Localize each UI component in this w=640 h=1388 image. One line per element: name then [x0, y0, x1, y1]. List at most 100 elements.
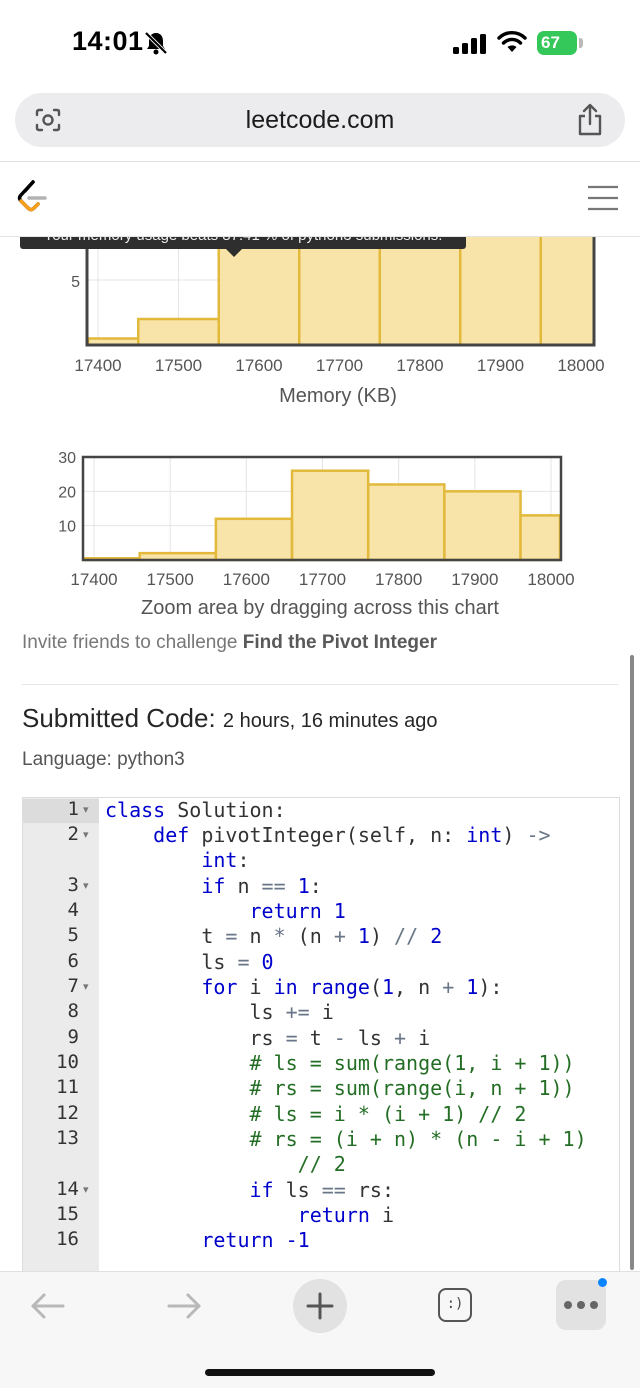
- line-number: 1: [67, 798, 79, 820]
- line-number: 6: [67, 950, 79, 972]
- line-number: 5: [67, 924, 79, 946]
- zoom-histogram-bar[interactable]: [290, 469, 370, 562]
- code-line-5: t = n * (n + 1) // 2: [105, 924, 443, 948]
- chart-x-label: Memory (KB): [279, 385, 397, 407]
- x-tick-label: 17800: [375, 570, 422, 589]
- histogram-bar[interactable]: [539, 237, 596, 347]
- memory-tooltip: Your memory usage beats 87.41 % of pytho…: [20, 237, 466, 249]
- site-header: [0, 162, 640, 237]
- submitted-label: Submitted Code:: [22, 703, 223, 733]
- x-tick-label: 17900: [477, 356, 524, 375]
- menu-icon[interactable]: [587, 185, 619, 211]
- language-label: Language: python3: [22, 749, 185, 770]
- address-bar[interactable]: leetcode.com: [15, 93, 625, 147]
- fold-arrow-icon[interactable]: ▾: [83, 1183, 89, 1196]
- wifi-icon: [497, 31, 527, 52]
- line-number: 15: [56, 1203, 79, 1225]
- x-tick-label: 17600: [235, 356, 282, 375]
- code-line-2-wrap: int:: [105, 848, 250, 872]
- cellular-signal-icon: [453, 34, 486, 54]
- fold-arrow-icon[interactable]: ▾: [83, 828, 89, 841]
- zoom-histogram-bar[interactable]: [366, 483, 446, 562]
- submitted-code-heading: Submitted Code: 2 hours, 16 minutes ago: [22, 703, 437, 734]
- fold-arrow-icon[interactable]: ▾: [83, 879, 89, 892]
- code-line-16: return -1: [105, 1228, 310, 1252]
- y-tick-label: 20: [58, 484, 76, 501]
- code-editor[interactable]: 1 ▾ 2 ▾ 3 ▾ 4 5 6 7 ▾ 8 9 10 11 12 13 14 ▾ 15 16 class Solut…: [22, 797, 620, 1271]
- code-line-6: ls = 0: [105, 950, 274, 974]
- x-tick-label: 17500: [155, 356, 202, 375]
- zoom-histogram-bar[interactable]: [214, 517, 294, 562]
- code-line-13: # rs = (i + n) * (n - i + 1): [105, 1127, 587, 1151]
- zoom-histogram-bar[interactable]: [443, 490, 522, 562]
- zoom-histogram-bar[interactable]: [519, 514, 562, 562]
- code-line-13-wrap: // 2: [105, 1152, 346, 1176]
- chart-x-ticks: 17400 17500 17600 17700 17800 17900 18000: [74, 356, 604, 375]
- line-number: 16: [56, 1228, 79, 1250]
- line-number: 4: [67, 899, 79, 921]
- forward-arrow-icon[interactable]: [166, 1292, 202, 1320]
- page-scrollbar[interactable]: [630, 655, 634, 1270]
- x-tick-label: 17800: [396, 356, 443, 375]
- x-tick-label: 18000: [527, 570, 574, 589]
- code-line-4: return 1: [105, 899, 346, 923]
- battery-cap: [579, 38, 583, 48]
- more-dots-icon: [564, 1301, 598, 1309]
- code-line-1: class Solution:: [105, 798, 286, 822]
- histogram-bar[interactable]: [378, 237, 462, 347]
- line-number: 13: [56, 1127, 79, 1149]
- x-tick-label: 17400: [74, 356, 121, 375]
- zoom-chart-bars: [82, 469, 562, 562]
- plus-icon: [306, 1292, 334, 1320]
- x-tick-label: 17600: [223, 570, 270, 589]
- histogram-bar[interactable]: [459, 237, 542, 347]
- battery-indicator: 67: [537, 31, 577, 55]
- code-line-2: def pivotInteger(self, n: int) ->: [105, 823, 551, 847]
- line-number: 9: [67, 1026, 79, 1048]
- x-tick-label: 17700: [299, 570, 346, 589]
- leetcode-logo-icon[interactable]: [16, 179, 48, 217]
- fold-arrow-icon[interactable]: ▾: [83, 803, 89, 816]
- code-line-8: ls += i: [105, 1000, 334, 1024]
- line-number: 7: [67, 975, 79, 997]
- code-line-14: if ls == rs:: [105, 1178, 395, 1202]
- x-tick-label: 17500: [147, 570, 194, 589]
- silent-bell-icon: [144, 31, 168, 55]
- section-divider: [22, 684, 618, 685]
- line-number: 11: [56, 1076, 79, 1098]
- code-line-3: if n == 1:: [105, 874, 322, 898]
- url-text[interactable]: leetcode.com: [15, 93, 625, 147]
- line-number: 3: [67, 874, 79, 896]
- zoom-chart[interactable]: 10 20 30 17400 17500 17600 17700 17800 17900 180…: [0, 449, 640, 594]
- line-number: 14: [56, 1178, 79, 1200]
- x-tick-label: 18000: [557, 356, 604, 375]
- code-line-9: rs = t - ls + i: [105, 1026, 431, 1050]
- status-time: 14:01: [72, 26, 144, 56]
- zoom-chart-x-ticks: 17400 17500 17600 17700 17800 17900 18000: [70, 570, 574, 589]
- home-indicator: [205, 1369, 435, 1376]
- memory-distribution-chart[interactable]: 17400 17500 17600 17700 17800 17900 18000 5 Me…: [0, 237, 640, 412]
- code-line-10: # ls = sum(range(1, i + 1)): [105, 1051, 575, 1075]
- submitted-time: 2 hours, 16 minutes ago: [222, 710, 438, 732]
- line-number: 12: [56, 1102, 79, 1124]
- tabs-button[interactable]: :): [438, 1288, 472, 1322]
- notification-dot: [598, 1278, 607, 1287]
- fold-arrow-icon[interactable]: ▾: [83, 980, 89, 993]
- invite-prefix: Invite friends to challenge: [22, 632, 243, 653]
- x-tick-label: 17700: [316, 356, 363, 375]
- more-button[interactable]: [556, 1280, 606, 1330]
- code-line-7: for i in range(1, n + 1):: [105, 975, 503, 999]
- y-tick-label: 10: [58, 519, 76, 536]
- main-content: Your memory usage beats 87.41 % of pytho…: [0, 237, 640, 1271]
- share-icon[interactable]: [575, 103, 605, 137]
- new-tab-button[interactable]: [293, 1279, 347, 1333]
- problem-name-link[interactable]: Find the Pivot Integer: [243, 632, 437, 653]
- back-arrow-icon[interactable]: [30, 1292, 66, 1320]
- zoom-chart-y-ticks: 10 20 30: [58, 450, 76, 536]
- line-number: 2: [67, 823, 79, 845]
- histogram-bar[interactable]: [137, 317, 220, 347]
- code-line-11: # rs = sum(range(i, n + 1)): [105, 1076, 575, 1100]
- camera-icon[interactable]: [33, 106, 63, 134]
- histogram-bar[interactable]: [298, 237, 381, 347]
- browser-toolbar: :): [0, 1271, 640, 1388]
